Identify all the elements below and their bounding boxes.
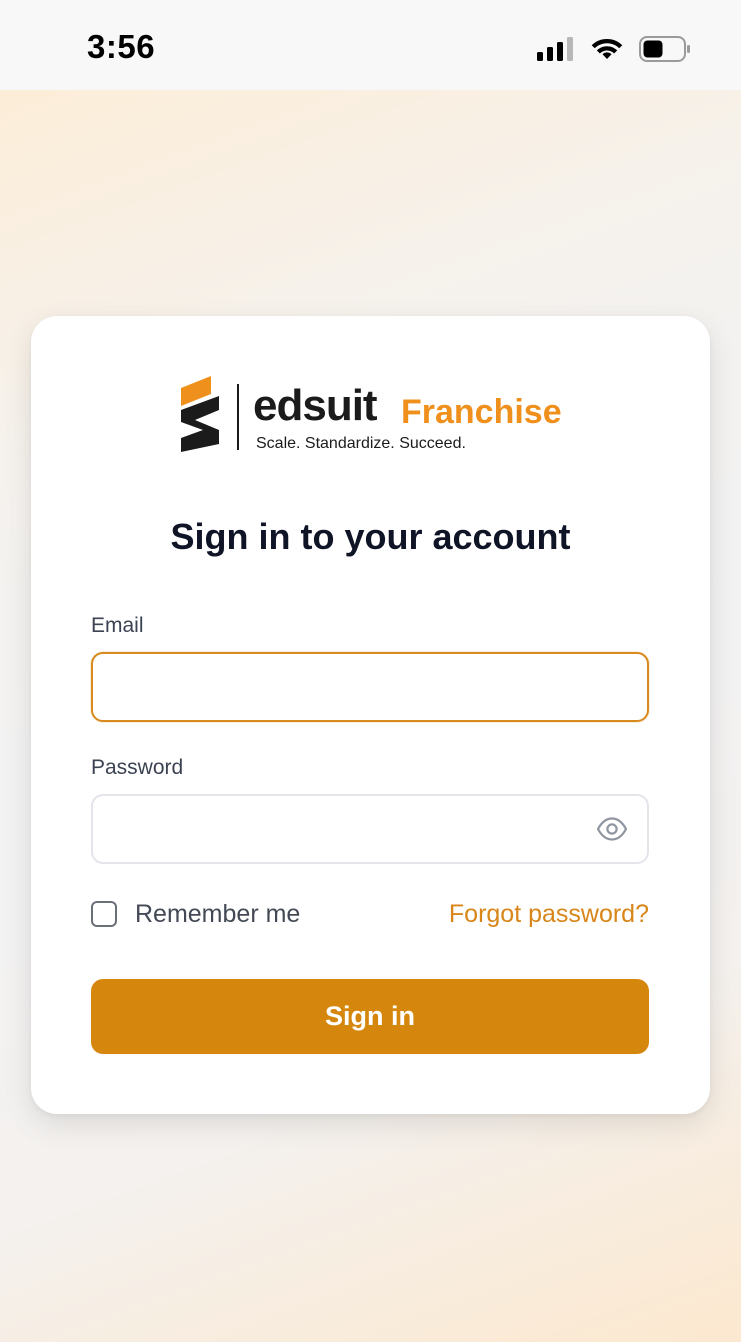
logo-brand-text: edsuit [253, 381, 378, 430]
forgot-password-link[interactable]: Forgot password? [449, 898, 649, 930]
remember-me-label: Remember me [135, 899, 301, 928]
page-title: Sign in to your account [170, 516, 571, 557]
email-label: Email [91, 614, 144, 637]
eye-icon[interactable] [596, 816, 628, 842]
email-field[interactable] [91, 652, 649, 722]
remember-me-toggle[interactable]: Remember me [91, 898, 300, 930]
status-icons [537, 36, 691, 62]
status-bar: 3:56 [0, 0, 741, 90]
password-field[interactable] [91, 794, 649, 864]
login-card: edsuit Franchise Scale. Standardize. Suc… [31, 316, 710, 1114]
password-label: Password [91, 756, 184, 779]
wifi-icon [591, 39, 623, 59]
sign-in-button[interactable]: Sign in [91, 979, 649, 1054]
logo-tagline: Scale. Standardize. Succeed. [256, 435, 466, 452]
status-time: 3:56 [87, 28, 156, 65]
remember-me-checkbox[interactable] [91, 901, 117, 927]
cellular-signal-icon [537, 37, 573, 61]
edsuit-logo-mark-icon [181, 376, 219, 452]
brand-logo: edsuit Franchise Scale. Standardize. Suc… [181, 376, 571, 456]
logo-divider [237, 384, 239, 450]
battery-icon [639, 36, 690, 62]
logo-product-text: Franchise [401, 393, 562, 431]
